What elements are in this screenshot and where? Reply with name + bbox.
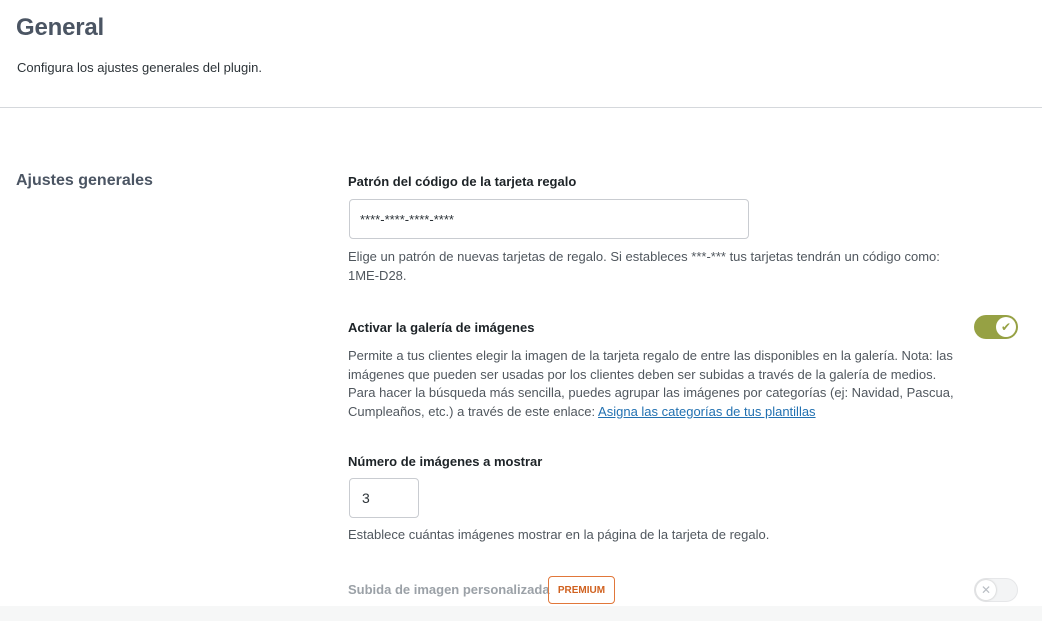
code-pattern-input[interactable] [349,199,749,239]
gallery-label: Activar la galería de imágenes [348,320,535,335]
page-footer-strip [0,606,1042,621]
code-pattern-desc-line-1: Elige un patrón de nuevas tarjetas de re… [348,249,940,264]
gallery-description: Permite a tus clientes elegir la imagen … [348,347,958,421]
images-count-label: Número de imágenes a mostrar [348,454,543,469]
code-pattern-label: Patrón del código de la tarjeta regalo [348,174,577,189]
section-title: Ajustes generales [16,172,153,189]
images-count-input[interactable] [349,478,419,518]
code-pattern-desc-line-2: 1ME-D28. [348,267,407,283]
gallery-desc-line-2: imágenes que pueden ser usadas por los c… [348,366,937,382]
custom-upload-label: Subida de imagen personalizada [348,582,550,597]
page-title: General [16,14,104,41]
toggle-knob: ✕ [976,580,996,600]
gallery-desc-line-4: Cumpleaños, etc.) a través de este enlac… [348,403,596,419]
page-header: General Configura los ajustes generales … [0,0,1042,108]
close-icon: ✕ [980,583,992,597]
gallery-desc-line-1: Permite a tus clientes elegir la imagen … [348,348,953,363]
gallery-desc-line-3: Para hacer la búsqueda más sencilla, pue… [348,385,954,400]
gallery-toggle[interactable]: ✔ [974,315,1018,339]
template-categories-link[interactable]: Asigna las categorías de tus plantillas [598,404,816,419]
toggle-knob: ✔ [996,317,1016,337]
premium-badge: PREMIUM [548,576,615,604]
custom-upload-toggle[interactable]: ✕ [974,578,1018,602]
page-subtitle: Configura los ajustes generales del plug… [17,60,262,75]
check-icon: ✔ [1000,320,1012,334]
code-pattern-description: Elige un patrón de nuevas tarjetas de re… [348,248,958,285]
images-count-description: Establece cuántas imágenes mostrar en la… [348,527,770,542]
